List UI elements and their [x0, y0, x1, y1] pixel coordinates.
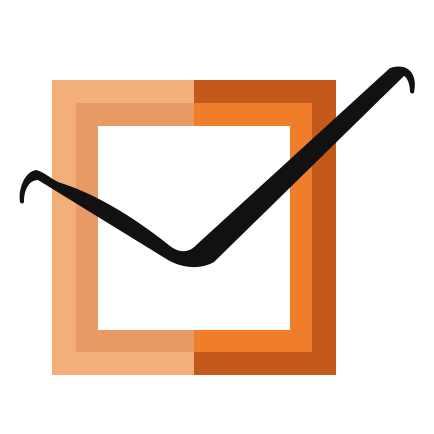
- checkbox-frame-icon: [52, 80, 336, 375]
- frame-right-inner: [194, 103, 312, 352]
- logo-canvas: [0, 0, 434, 434]
- checkbox-logo-icon: [19, 66, 415, 375]
